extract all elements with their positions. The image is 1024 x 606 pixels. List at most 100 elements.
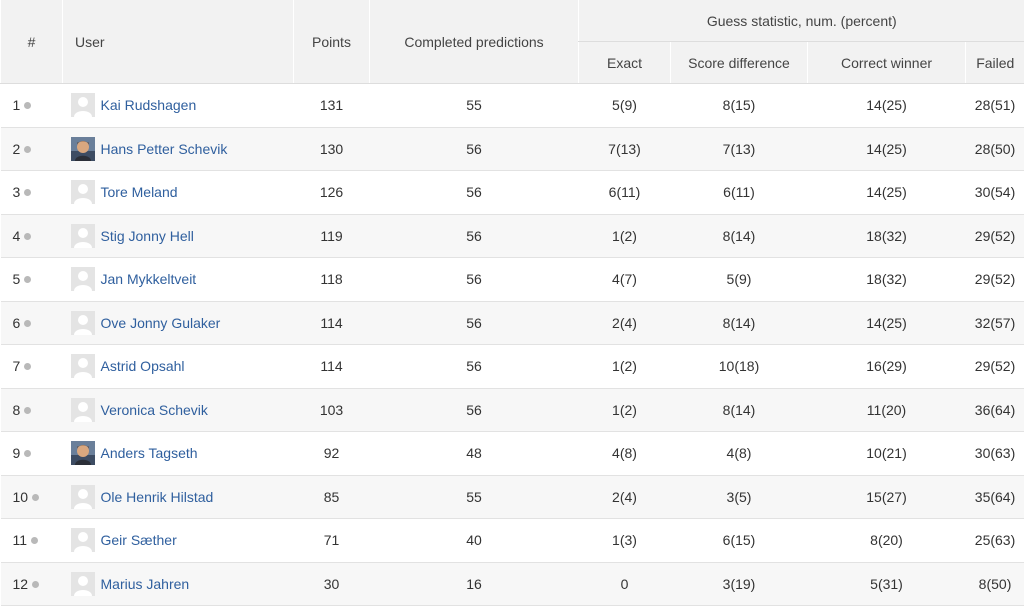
user-cell: Anders Tagseth — [63, 432, 294, 476]
default-avatar — [71, 93, 95, 117]
status-dot-icon — [24, 363, 31, 370]
rank-cell: 12 — [1, 562, 63, 606]
points-cell: 30 — [294, 562, 370, 606]
failed-cell: 29(52) — [966, 258, 1024, 302]
user-name-link[interactable]: Stig Jonny Hell — [101, 228, 194, 244]
default-avatar — [71, 224, 95, 248]
points-cell: 118 — [294, 258, 370, 302]
failed-header[interactable]: Failed — [966, 42, 1024, 84]
score-difference-cell: 5(9) — [671, 258, 808, 302]
status-dot-icon — [24, 450, 31, 457]
correct-winner-cell: 14(25) — [808, 84, 966, 128]
failed-cell: 28(51) — [966, 84, 1024, 128]
completed-predictions-cell: 56 — [370, 345, 579, 389]
table-row: 9 Anders Tagseth 92 48 4(8) 4(8) 10(21) … — [1, 432, 1024, 476]
user-name-link[interactable]: Ove Jonny Gulaker — [101, 315, 221, 331]
user-name-link[interactable]: Tore Meland — [101, 184, 178, 200]
user-name-link[interactable]: Anders Tagseth — [101, 445, 198, 461]
exact-cell: 4(7) — [579, 258, 671, 302]
exact-cell: 0 — [579, 562, 671, 606]
failed-cell: 30(63) — [966, 432, 1024, 476]
user-name-link[interactable]: Marius Jahren — [101, 576, 190, 592]
correct-winner-cell: 11(20) — [808, 388, 966, 432]
leaderboard-table: # User Points Completed predictions Gues… — [0, 0, 1024, 606]
score-difference-cell: 3(19) — [671, 562, 808, 606]
default-avatar — [71, 398, 95, 422]
user-name-link[interactable]: Hans Petter Schevik — [101, 141, 228, 157]
status-dot-icon — [32, 494, 39, 501]
rank-cell: 4 — [1, 214, 63, 258]
score-difference-header[interactable]: Score difference — [671, 42, 808, 84]
default-avatar — [71, 180, 95, 204]
completed-predictions-cell: 48 — [370, 432, 579, 476]
exact-cell: 2(4) — [579, 301, 671, 345]
rank-cell: 10 — [1, 475, 63, 519]
rank-number: 2 — [13, 141, 21, 157]
user-name-link[interactable]: Ole Henrik Hilstad — [101, 489, 214, 505]
exact-cell: 7(13) — [579, 127, 671, 171]
points-header[interactable]: Points — [294, 0, 370, 84]
user-cell: Stig Jonny Hell — [63, 214, 294, 258]
score-difference-cell: 8(14) — [671, 388, 808, 432]
failed-cell: 29(52) — [966, 214, 1024, 258]
status-dot-icon — [24, 146, 31, 153]
table-header: # User Points Completed predictions Gues… — [1, 0, 1024, 84]
default-avatar — [71, 528, 95, 552]
rank-cell: 1 — [1, 84, 63, 128]
points-cell: 131 — [294, 84, 370, 128]
exact-cell: 1(2) — [579, 345, 671, 389]
completed-predictions-cell: 56 — [370, 388, 579, 432]
rank-number: 4 — [13, 228, 21, 244]
correct-winner-cell: 15(27) — [808, 475, 966, 519]
table-row: 8 Veronica Schevik 103 56 1(2) 8(14) 11(… — [1, 388, 1024, 432]
correct-winner-cell: 14(25) — [808, 127, 966, 171]
user-name-link[interactable]: Jan Mykkeltveit — [101, 271, 197, 287]
default-avatar — [71, 485, 95, 509]
table-row: 2 Hans Petter Schevik 130 56 7(13) 7(13)… — [1, 127, 1024, 171]
table-body: 1 Kai Rudshagen 131 55 5(9) 8(15) 14(25)… — [1, 84, 1024, 606]
rank-number: 3 — [13, 184, 21, 200]
status-dot-icon — [24, 407, 31, 414]
rank-number: 11 — [13, 532, 28, 548]
correct-winner-header[interactable]: Correct winner — [808, 42, 966, 84]
user-cell: Ole Henrik Hilstad — [63, 475, 294, 519]
failed-cell: 36(64) — [966, 388, 1024, 432]
score-difference-cell: 8(15) — [671, 84, 808, 128]
user-cell: Tore Meland — [63, 171, 294, 215]
user-cell: Ove Jonny Gulaker — [63, 301, 294, 345]
failed-cell: 32(57) — [966, 301, 1024, 345]
table-row: 1 Kai Rudshagen 131 55 5(9) 8(15) 14(25)… — [1, 84, 1024, 128]
user-cell: Hans Petter Schevik — [63, 127, 294, 171]
table-row: 3 Tore Meland 126 56 6(11) 6(11) 14(25) … — [1, 171, 1024, 215]
correct-winner-cell: 18(32) — [808, 214, 966, 258]
correct-winner-cell: 18(32) — [808, 258, 966, 302]
points-cell: 119 — [294, 214, 370, 258]
user-name-link[interactable]: Kai Rudshagen — [101, 97, 197, 113]
completed-predictions-header[interactable]: Completed predictions — [370, 0, 579, 84]
exact-header[interactable]: Exact — [579, 42, 671, 84]
table-row: 12 Marius Jahren 30 16 0 3(19) 5(31) 8(5… — [1, 562, 1024, 606]
rank-cell: 2 — [1, 127, 63, 171]
user-header[interactable]: User — [63, 0, 294, 84]
correct-winner-cell: 14(25) — [808, 171, 966, 215]
user-name-link[interactable]: Astrid Opsahl — [101, 358, 185, 374]
rank-cell: 6 — [1, 301, 63, 345]
rank-header[interactable]: # — [1, 0, 63, 84]
status-dot-icon — [24, 189, 31, 196]
score-difference-cell: 8(14) — [671, 301, 808, 345]
user-name-link[interactable]: Geir Sæther — [101, 532, 177, 548]
completed-predictions-cell: 16 — [370, 562, 579, 606]
failed-cell: 28(50) — [966, 127, 1024, 171]
table-row: 5 Jan Mykkeltveit 118 56 4(7) 5(9) 18(32… — [1, 258, 1024, 302]
user-name-link[interactable]: Veronica Schevik — [101, 402, 208, 418]
completed-predictions-cell: 56 — [370, 127, 579, 171]
correct-winner-cell: 14(25) — [808, 301, 966, 345]
score-difference-cell: 7(13) — [671, 127, 808, 171]
guess-statistic-header: Guess statistic, num. (percent) — [579, 0, 1024, 42]
correct-winner-cell: 8(20) — [808, 519, 966, 563]
status-dot-icon — [24, 233, 31, 240]
completed-predictions-cell: 56 — [370, 171, 579, 215]
table-row: 11 Geir Sæther 71 40 1(3) 6(15) 8(20) 25… — [1, 519, 1024, 563]
points-cell: 114 — [294, 301, 370, 345]
photo-avatar — [71, 441, 95, 465]
